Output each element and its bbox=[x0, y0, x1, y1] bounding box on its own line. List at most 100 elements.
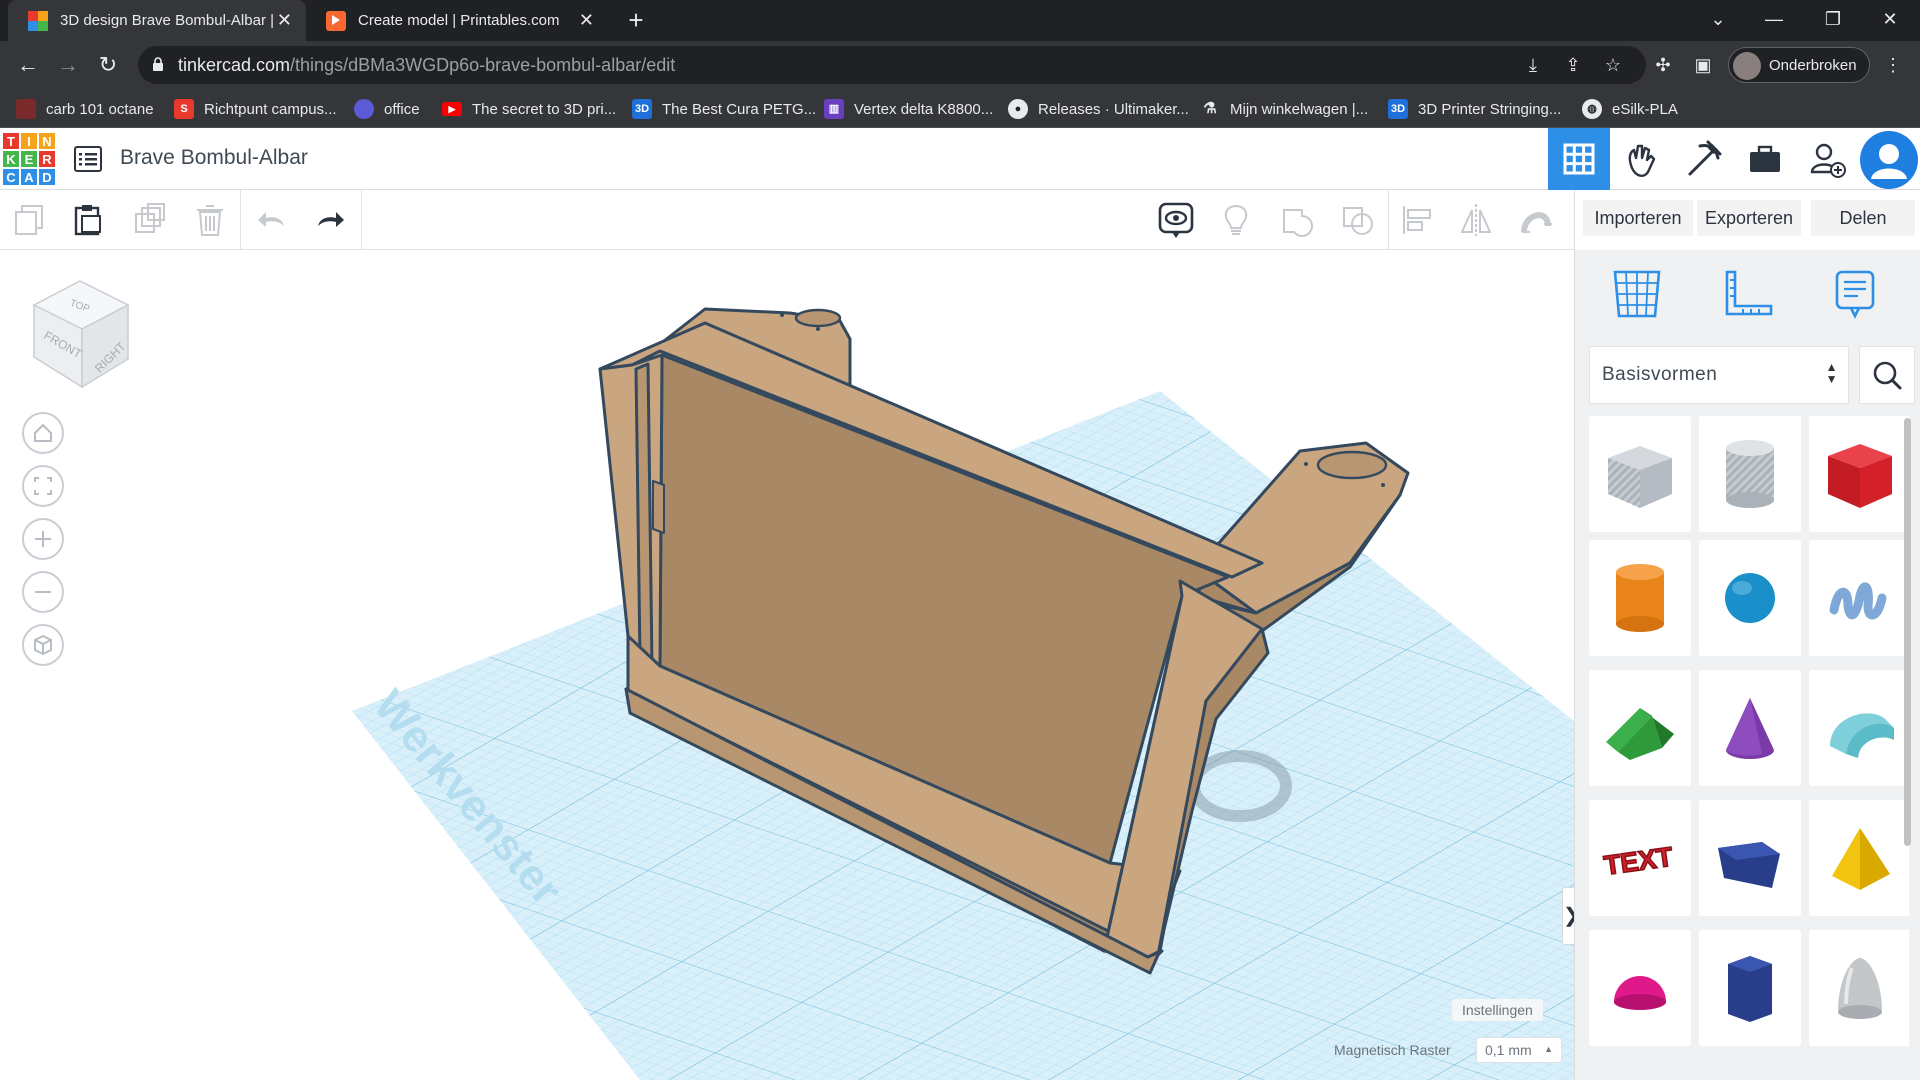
ruler-icon[interactable] bbox=[1719, 266, 1775, 322]
bookmark-item[interactable]: ⚗ Mijn winkelwagen |... bbox=[1200, 97, 1368, 121]
import-button[interactable]: Importeren bbox=[1583, 200, 1693, 236]
notes-visibility-icon[interactable] bbox=[1156, 200, 1196, 240]
bookmark-item[interactable]: office bbox=[354, 97, 420, 121]
shape-roof[interactable] bbox=[1589, 670, 1691, 786]
shape-cone[interactable] bbox=[1699, 670, 1801, 786]
close-window-button[interactable]: ✕ bbox=[1862, 0, 1918, 41]
paraboloid-icon bbox=[1838, 958, 1882, 1019]
share-button[interactable]: Delen bbox=[1811, 200, 1915, 236]
url-text: tinkercad.com/things/dBMa3WGDp6o-brave-b… bbox=[178, 55, 676, 75]
projects-button[interactable] bbox=[1734, 128, 1796, 190]
polygon-icon bbox=[1718, 842, 1780, 888]
3d-view-button[interactable] bbox=[1548, 128, 1610, 190]
user-avatar[interactable] bbox=[1860, 131, 1918, 189]
blocks-button[interactable] bbox=[1610, 128, 1672, 190]
ungroup-icon[interactable] bbox=[1340, 202, 1376, 238]
home-icon bbox=[34, 423, 52, 442]
shape-scribble[interactable] bbox=[1809, 540, 1909, 656]
view-cube[interactable]: TOP FRONT RIGHT bbox=[26, 277, 132, 391]
paste-icon[interactable] bbox=[70, 202, 106, 238]
undo-icon[interactable] bbox=[254, 202, 290, 238]
lightbulb-icon[interactable] bbox=[1218, 202, 1254, 238]
shape-search-button[interactable] bbox=[1859, 346, 1915, 404]
share-icon[interactable]: ⇪ bbox=[1562, 55, 1584, 77]
snap-grid-select[interactable]: 0,1 mm ▲ bbox=[1476, 1037, 1562, 1063]
bookmark-item[interactable]: S Richtpunt campus... bbox=[174, 97, 337, 121]
zoom-out-button[interactable] bbox=[22, 571, 64, 613]
close-tab-icon[interactable]: ✕ bbox=[277, 10, 292, 31]
minimize-button[interactable]: — bbox=[1746, 0, 1802, 41]
toolbar-divider bbox=[1388, 190, 1389, 250]
shape-round-roof[interactable] bbox=[1809, 670, 1909, 786]
shape-paraboloid[interactable] bbox=[1809, 930, 1909, 1046]
forward-button[interactable]: → bbox=[54, 51, 82, 79]
shape-pyramid[interactable] bbox=[1809, 800, 1909, 916]
bookmark-item[interactable]: ▥ Vertex delta K8800... bbox=[824, 97, 993, 121]
browser-titlebar: 3D design Brave Bombul-Albar | ✕ Create … bbox=[0, 0, 1920, 41]
bookmark-item[interactable]: carb 101 octane bbox=[16, 97, 154, 121]
design-list-icon[interactable] bbox=[74, 146, 102, 172]
new-tab-button[interactable]: + bbox=[622, 6, 650, 34]
home-view-button[interactable] bbox=[22, 412, 64, 454]
shape-cylinder-hole[interactable] bbox=[1699, 416, 1801, 532]
restore-button[interactable]: ❐ bbox=[1805, 0, 1861, 41]
workplane-viewport[interactable]: Werkvenster TOP FRONT RIGHT Instellingen… bbox=[0, 251, 1574, 1080]
model-screw-dot bbox=[816, 327, 820, 331]
mirror-icon[interactable] bbox=[1458, 202, 1494, 238]
reload-button[interactable]: ↻ bbox=[94, 51, 122, 79]
box-hole-icon bbox=[1608, 446, 1672, 508]
pickaxe-icon bbox=[1688, 140, 1722, 176]
design-title[interactable]: Brave Bombul-Albar bbox=[120, 146, 308, 170]
collapse-panel-button[interactable]: ❯ bbox=[1562, 887, 1574, 945]
3d-favicon-icon: 3D bbox=[632, 99, 652, 119]
bookmark-item[interactable]: ◍ eSilk-PLA bbox=[1582, 97, 1678, 121]
bookmark-item[interactable]: ▶ The secret to 3D pri... bbox=[442, 97, 616, 121]
fit-view-button[interactable] bbox=[22, 465, 64, 507]
tinkercad-logo[interactable]: T I N K E R C A D bbox=[2, 132, 56, 186]
cruise-magnet-icon[interactable] bbox=[1518, 202, 1554, 238]
shape-hexagonal-prism[interactable] bbox=[1699, 930, 1801, 1046]
invite-user-button[interactable] bbox=[1796, 128, 1858, 190]
shape-box-hole[interactable] bbox=[1589, 416, 1691, 532]
bookmark-item[interactable]: 3D The Best Cura PETG... bbox=[632, 97, 816, 121]
shape-cylinder[interactable] bbox=[1589, 540, 1691, 656]
shape-sphere[interactable] bbox=[1699, 540, 1801, 656]
workplane-icon[interactable] bbox=[1609, 266, 1665, 322]
shape-polygon[interactable] bbox=[1699, 800, 1801, 916]
shapes-scrollbar[interactable] bbox=[1904, 418, 1911, 846]
align-icon[interactable] bbox=[1400, 202, 1436, 238]
workplane-settings-button[interactable]: Instellingen bbox=[1452, 999, 1543, 1021]
shape-half-sphere[interactable] bbox=[1589, 930, 1691, 1046]
duplicate-icon[interactable] bbox=[132, 202, 168, 238]
trash-icon[interactable] bbox=[192, 202, 228, 238]
3d-favicon-icon: 3D bbox=[1388, 99, 1408, 119]
github-favicon-icon: ● bbox=[1008, 99, 1028, 119]
blue-sphere-icon bbox=[1725, 573, 1775, 623]
back-button[interactable]: ← bbox=[14, 51, 42, 79]
extensions-icon[interactable]: ✣ bbox=[1652, 55, 1674, 77]
copy-icon[interactable] bbox=[12, 202, 48, 238]
zoom-in-button[interactable] bbox=[22, 518, 64, 560]
tab-tinkercad[interactable]: 3D design Brave Bombul-Albar | ✕ bbox=[8, 0, 306, 41]
install-app-icon[interactable]: ⤓ bbox=[1522, 55, 1544, 77]
address-bar[interactable]: tinkercad.com/things/dBMa3WGDp6o-brave-b… bbox=[138, 46, 1646, 84]
perspective-button[interactable] bbox=[22, 624, 64, 666]
menu-dots-icon[interactable]: ⋮ bbox=[1882, 55, 1904, 77]
side-panel-icon[interactable]: ▣ bbox=[1692, 55, 1714, 77]
group-icon[interactable] bbox=[1280, 202, 1316, 238]
bookmark-star-icon[interactable]: ☆ bbox=[1602, 55, 1624, 77]
bookmark-item[interactable]: 3D 3D Printer Stringing... bbox=[1388, 97, 1561, 121]
notes-icon[interactable] bbox=[1827, 266, 1883, 322]
bricks-button[interactable] bbox=[1672, 128, 1734, 190]
redo-icon[interactable] bbox=[312, 202, 348, 238]
bookmark-item[interactable]: ● Releases · Ultimaker... bbox=[1008, 97, 1189, 121]
export-button[interactable]: Exporteren bbox=[1697, 200, 1801, 236]
profile-button[interactable]: Onderbroken bbox=[1728, 47, 1870, 83]
tab-search-icon[interactable]: ⌄ bbox=[1690, 0, 1746, 41]
cube-icon bbox=[34, 634, 52, 656]
tab-printables[interactable]: Create model | Printables.com ✕ bbox=[306, 0, 608, 41]
shape-text[interactable]: TEXT bbox=[1589, 800, 1691, 916]
close-tab-icon[interactable]: ✕ bbox=[579, 10, 594, 31]
shape-box[interactable] bbox=[1809, 416, 1909, 532]
shape-category-select[interactable]: Basisvormen ▲ ▼ bbox=[1589, 346, 1849, 404]
